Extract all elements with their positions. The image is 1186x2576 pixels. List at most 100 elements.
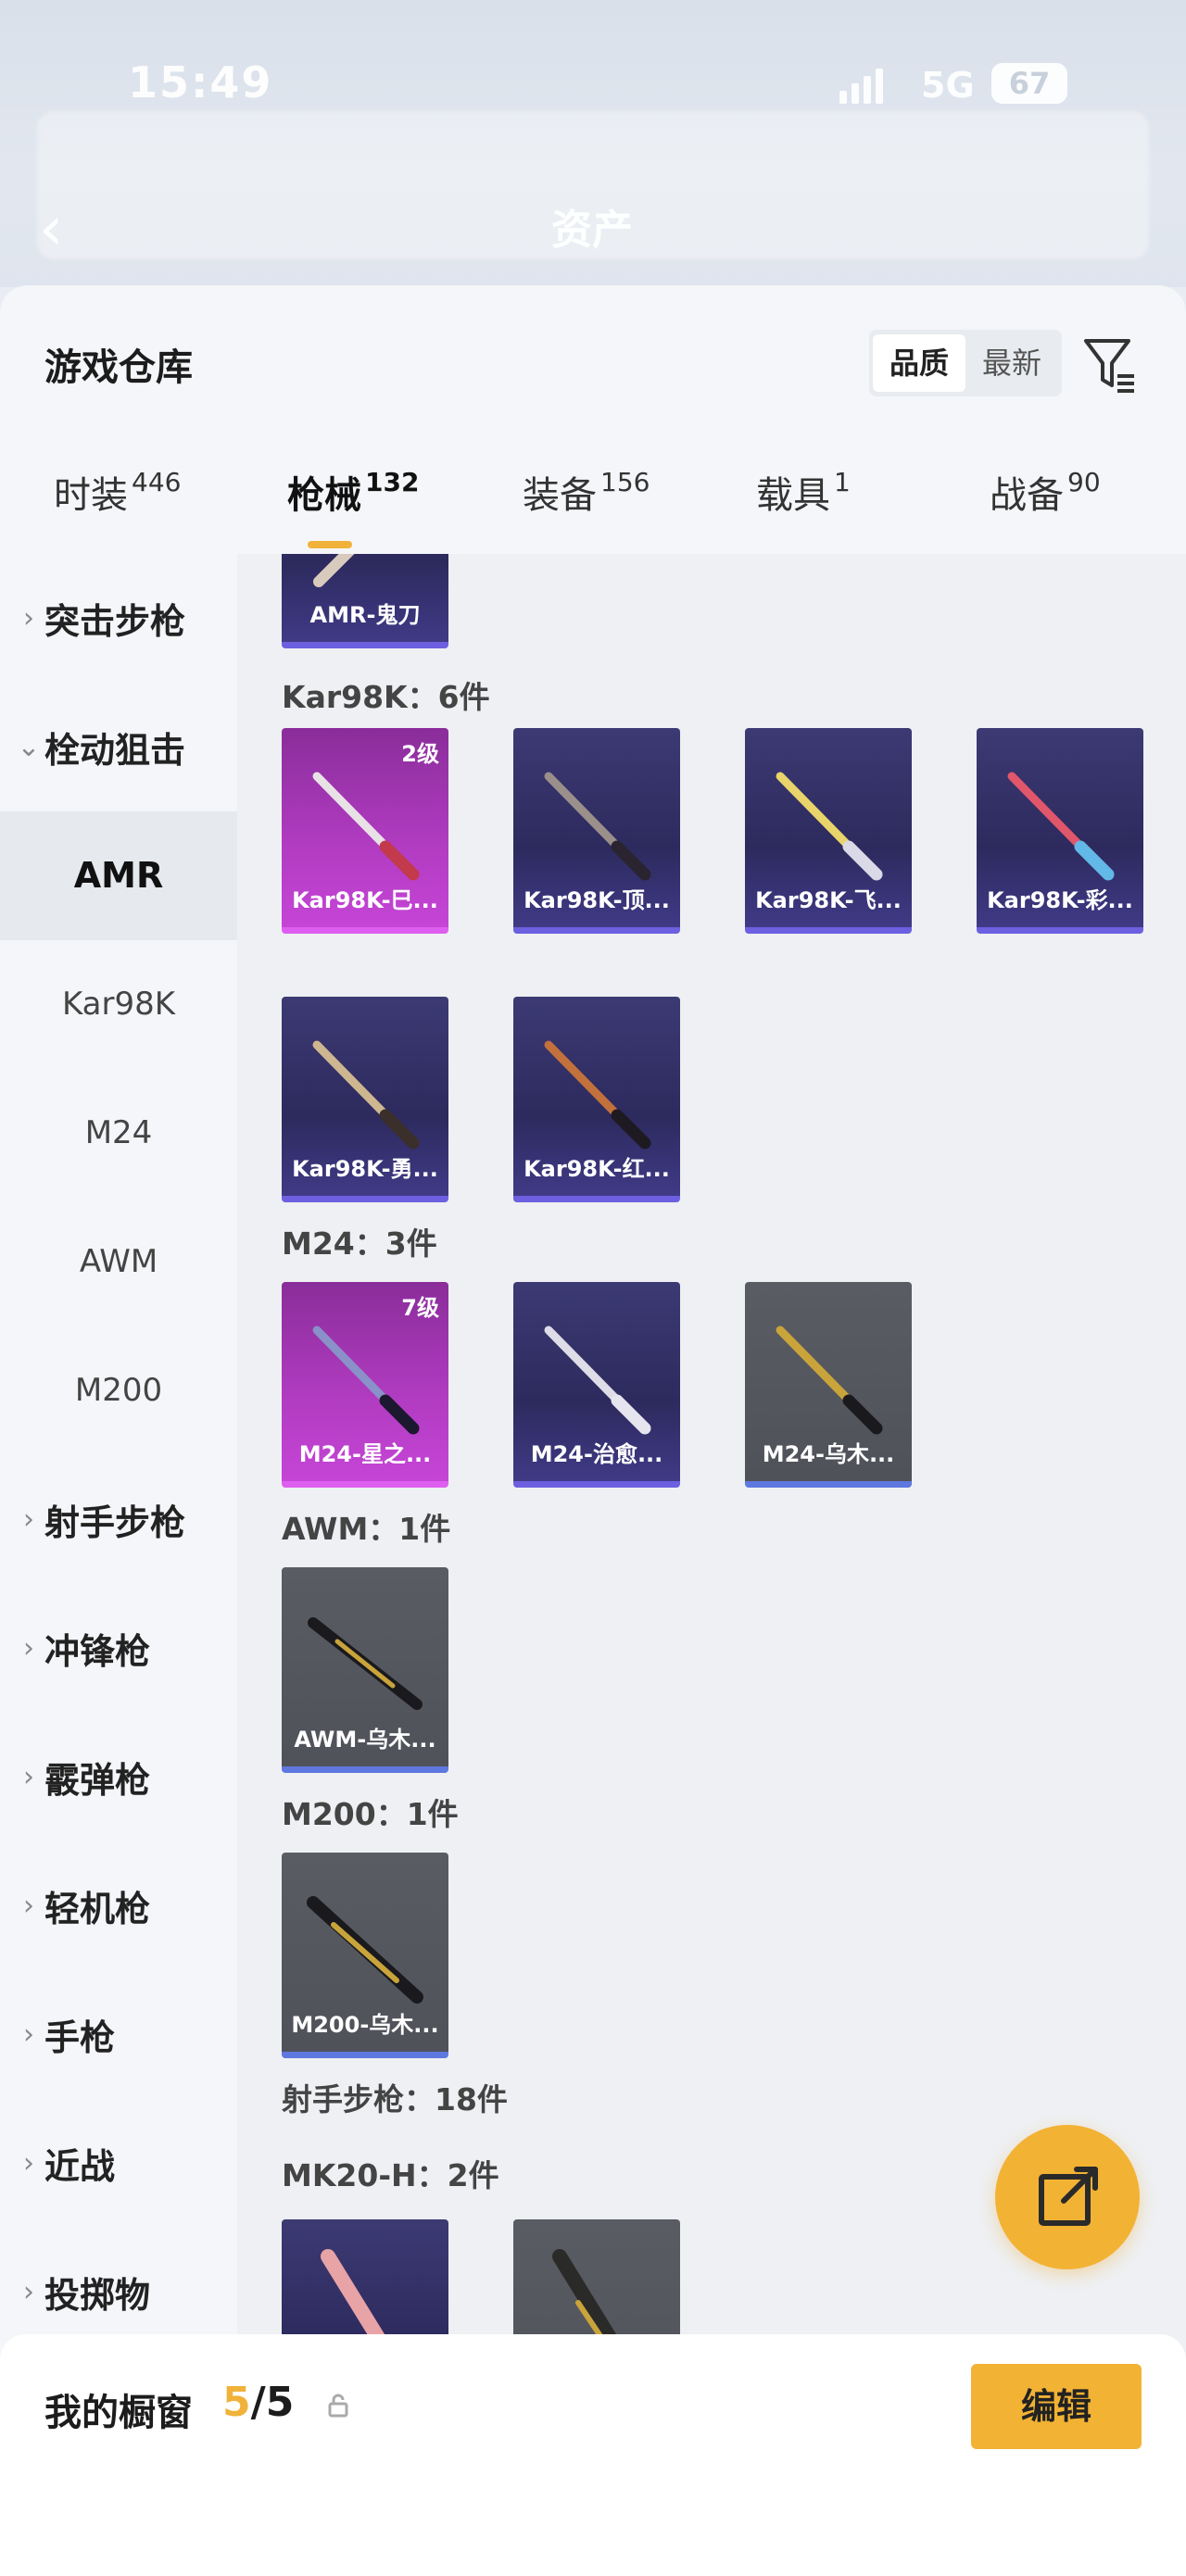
tab-vehicles[interactable]: 载具 1 [756,465,851,519]
sheet-title: 游戏仓库 [44,346,193,389]
weapon-name: Kar98K-红... [524,1156,670,1182]
back-arrow-icon[interactable]: ‹ [39,196,85,261]
chevron-right-icon: › [23,2018,34,2051]
gun-icon [307,1896,423,2004]
weapon-name: Kar98K-彩... [987,887,1133,913]
weapon-card[interactable]: 7级 M24-星之... [282,1282,448,1488]
gun-icon [308,1617,423,1710]
sidebar-sub-amr[interactable]: AMR [0,811,237,940]
weapon-card[interactable]: 2级 Kar98K-巳... [282,728,448,934]
section-header-marksman: 射手步枪：18件 [282,2081,508,2117]
tab-fashion[interactable]: 时装 446 [54,465,181,519]
page-title: 资产 [551,207,633,254]
gun-icon [312,1040,420,1150]
tab-label: 载具 [756,474,830,517]
section-header-mk20: MK20-H：2件 [282,2157,499,2193]
chevron-right-icon: › [23,602,34,635]
weapon-card[interactable]: M24-乌木... [745,1282,912,1488]
chevron-right-icon: › [23,1503,34,1536]
sidebar-item-label: 突击步枪 [44,601,186,642]
sidebar-item-marksman[interactable]: › 射手步枪 [0,1455,237,1584]
section-header-m24: M24：3件 [282,1225,437,1262]
weapon-card[interactable]: Kar98K-红... [513,997,680,1202]
tab-count: 446 [132,467,182,497]
tab-equipment[interactable]: 装备 156 [523,465,650,519]
tab-gear[interactable]: 战备 90 [990,465,1101,519]
sort-newest-button[interactable]: 最新 [965,334,1058,392]
filter-icon[interactable] [1080,332,1140,396]
sidebar-item-label: 手枪 [44,2017,116,2058]
weapon-name: Kar98K-飞... [755,887,902,913]
sidebar-item-label: 轻机枪 [44,1889,151,1929]
sidebar-item-pistol[interactable]: › 手枪 [0,1970,237,2099]
tab-guns[interactable]: 枪械 132 [287,465,419,519]
sort-toggle: 品质 最新 [869,330,1062,396]
battery-indicator: 67 [991,63,1067,104]
sidebar-item-bolt-sniper[interactable]: ⌄ 栓动狙击 [0,683,237,811]
weapon-card[interactable]: M24-治愈... [513,1282,680,1488]
tab-label: 装备 [523,474,597,517]
gun-icon [312,772,420,881]
chevron-right-icon: › [23,2276,34,2308]
sidebar-item-melee[interactable]: › 近战 [0,2099,237,2228]
lock-icon [328,2394,348,2418]
weapon-card[interactable]: Kar98K-顶... [513,728,680,934]
sidebar-item-label: 射手步枪 [44,1502,186,1543]
sort-quality-button[interactable]: 品质 [873,334,965,392]
weapon-card[interactable]: Kar98K-飞... [745,728,912,934]
top-status-area: 15:49 5G 67 ‹ 资产 [0,0,1186,287]
status-time: 15:49 [128,57,273,107]
signal-icon [839,69,883,104]
gun-icon [776,772,883,881]
category-sidebar: › 突击步枪 ⌄ 栓动狙击 AMR Kar98K M24 AWM M200 › … [0,554,237,2425]
weapon-name: M24-乌木... [762,1441,895,1467]
weapon-name: Kar98K-顶... [524,887,670,913]
tab-label: 枪械 [287,474,361,517]
chevron-right-icon: › [23,1632,34,1665]
sidebar-item-assault-rifle[interactable]: › 突击步枪 [0,554,237,683]
share-button[interactable] [995,2125,1140,2269]
sidebar-item-lmg[interactable]: › 轻机枪 [0,1841,237,1970]
weapon-name: AWM-乌木... [294,1727,436,1753]
sidebar-item-shotgun[interactable]: › 霰弹枪 [0,1713,237,1841]
tab-count: 1 [834,467,851,497]
showcase-current: 5 [222,2379,251,2426]
weapon-name: M24-治愈... [530,1441,663,1467]
tab-count: 90 [1067,467,1101,497]
share-icon [1039,2167,1098,2226]
sidebar-item-label: 霰弹枪 [44,1760,151,1801]
tab-count: 132 [365,467,420,497]
chevron-right-icon: › [23,2147,34,2180]
gun-icon [312,1326,420,1435]
chevron-down-icon: ⌄ [17,731,41,763]
weapon-card[interactable]: AWM-乌木... [282,1567,448,1773]
weapon-name: AMR-鬼刀 [309,602,421,628]
sidebar-item-smg[interactable]: › 冲锋枪 [0,1584,237,1713]
sidebar-item-label: 投掷物 [44,2275,151,2316]
chevron-right-icon: › [23,1761,34,1793]
gun-icon [544,1040,651,1150]
tab-label: 战备 [990,474,1064,517]
tab-count: 156 [600,467,650,497]
weapon-card[interactable]: Kar98K-勇... [282,997,448,1202]
section-header-m200: M200：1件 [282,1796,459,1832]
section-header-awm: AWM：1件 [282,1511,451,1547]
sidebar-sub-kar98k[interactable]: Kar98K [0,940,237,1069]
active-tab-indicator [308,541,352,548]
sidebar-sub-m200[interactable]: M200 [0,1326,237,1455]
sidebar-sub-awm[interactable]: AWM [0,1198,237,1326]
sidebar-sub-m24[interactable]: M24 [0,1069,237,1198]
weapon-card[interactable]: M200-乌木... [282,1853,448,2058]
showcase-bar: 我的橱窗 5/5 编辑 [0,2334,1186,2576]
sidebar-item-label: 栓动狙击 [44,730,186,771]
weapon-card[interactable]: AMR-鬼刀 [282,554,448,648]
weapon-name: M200-乌木... [291,2012,439,2038]
gun-icon [544,1326,651,1435]
weapon-name: Kar98K-勇... [292,1156,438,1182]
edit-button[interactable]: 编辑 [971,2364,1142,2449]
section-header-kar98k: Kar98K：6件 [282,679,490,715]
weapon-name: Kar98K-巳... [292,887,438,913]
weapon-card[interactable]: Kar98K-彩... [977,728,1143,934]
category-tabs: 时装 446 枪械 132 装备 156 载具 1 战备 90 [0,452,1186,559]
tab-label: 时装 [54,474,128,517]
